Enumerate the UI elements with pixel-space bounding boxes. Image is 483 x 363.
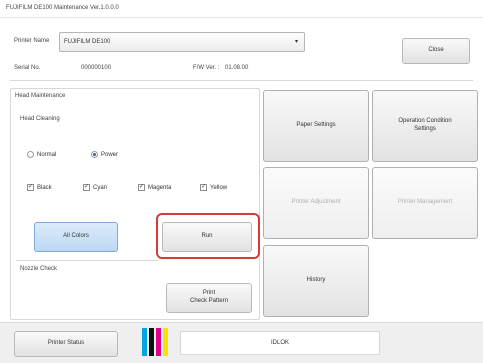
printer-adjustment-label: Printer Adjustment bbox=[291, 199, 341, 206]
checkbox-checked-icon: ✓ bbox=[83, 184, 90, 191]
printer-name-label: Printer Name bbox=[14, 38, 50, 44]
printer-status-button[interactable]: Printer Status bbox=[14, 331, 118, 357]
printer-status-label: Printer Status bbox=[47, 340, 85, 347]
printer-adjustment-button[interactable]: Printer Adjustment bbox=[263, 167, 369, 239]
head-cleaning-label: Head Cleaning bbox=[20, 116, 60, 122]
ink-level-black bbox=[149, 328, 154, 356]
print-check-pattern-button[interactable]: Print Check Pattern bbox=[166, 283, 252, 313]
serial-value: 000000100 bbox=[81, 65, 112, 71]
ink-level-yellow bbox=[163, 328, 168, 356]
close-button[interactable]: Close bbox=[402, 38, 470, 64]
paper-settings-label: Paper Settings bbox=[296, 122, 336, 129]
color-black-checkbox[interactable]: ✓ Black bbox=[27, 184, 52, 191]
printer-management-label: Printer Management bbox=[397, 199, 453, 206]
printer-management-button[interactable]: Printer Management bbox=[372, 167, 478, 239]
status-message: IDLOK bbox=[270, 340, 289, 346]
maintenance-window: FUJIFILM DE100 Maintenance Ver.1.0.0.0 P… bbox=[0, 0, 483, 363]
close-button-label: Close bbox=[428, 47, 444, 54]
mode-power-label: Power bbox=[101, 151, 119, 158]
print-check-pattern-label: Print Check Pattern bbox=[189, 290, 229, 304]
head-maintenance-label: Head Maintenance bbox=[15, 93, 66, 99]
history-button[interactable]: History bbox=[263, 245, 369, 317]
ink-level-magenta bbox=[156, 328, 161, 356]
ink-level-cyan bbox=[142, 328, 147, 356]
all-colors-button[interactable]: All Colors bbox=[34, 222, 118, 252]
printer-name-value: FUJIFILM DE100 bbox=[64, 39, 111, 45]
color-yellow-label: Yellow bbox=[210, 184, 228, 191]
mode-power-radio[interactable]: Power bbox=[91, 151, 118, 158]
printer-name-select[interactable]: FUJIFILM DE100 ▾ bbox=[59, 32, 305, 52]
run-button-highlight bbox=[156, 213, 260, 259]
color-black-label: Black bbox=[37, 184, 52, 191]
operation-condition-settings-button[interactable]: Operation Condition Settings bbox=[372, 90, 478, 162]
status-message-box: IDLOK bbox=[180, 331, 380, 355]
operation-condition-settings-label: Operation Condition Settings bbox=[398, 118, 452, 132]
paper-settings-button[interactable]: Paper Settings bbox=[263, 90, 369, 162]
mode-normal-radio[interactable]: Normal bbox=[27, 151, 56, 158]
chevron-down-icon: ▾ bbox=[294, 39, 298, 45]
color-magenta-label: Magenta bbox=[148, 184, 172, 191]
history-label: History bbox=[306, 277, 326, 284]
checkbox-checked-icon: ✓ bbox=[27, 184, 34, 191]
fw-value: 01.08.00 bbox=[225, 65, 249, 71]
color-cyan-label: Cyan bbox=[93, 184, 108, 191]
color-yellow-checkbox[interactable]: ✓ Yellow bbox=[200, 184, 227, 191]
color-magenta-checkbox[interactable]: ✓ Magenta bbox=[138, 184, 171, 191]
nozzle-check-label: Nozzle Check bbox=[20, 266, 58, 272]
window-title: FUJIFILM DE100 Maintenance Ver.1.0.0.0 bbox=[6, 5, 119, 11]
radio-on-icon bbox=[91, 151, 98, 158]
radio-off-icon bbox=[27, 151, 34, 158]
checkbox-checked-icon: ✓ bbox=[200, 184, 207, 191]
serial-label: Serial No. bbox=[14, 65, 41, 71]
header-divider bbox=[10, 80, 473, 81]
color-cyan-checkbox[interactable]: ✓ Cyan bbox=[83, 184, 107, 191]
nozzle-divider bbox=[16, 260, 158, 261]
fw-label: F/W Ver. : bbox=[193, 65, 220, 71]
checkbox-checked-icon: ✓ bbox=[138, 184, 145, 191]
title-bar: FUJIFILM DE100 Maintenance Ver.1.0.0.0 bbox=[0, 0, 483, 18]
all-colors-label: All Colors bbox=[63, 233, 89, 240]
mode-normal-label: Normal bbox=[37, 151, 57, 158]
